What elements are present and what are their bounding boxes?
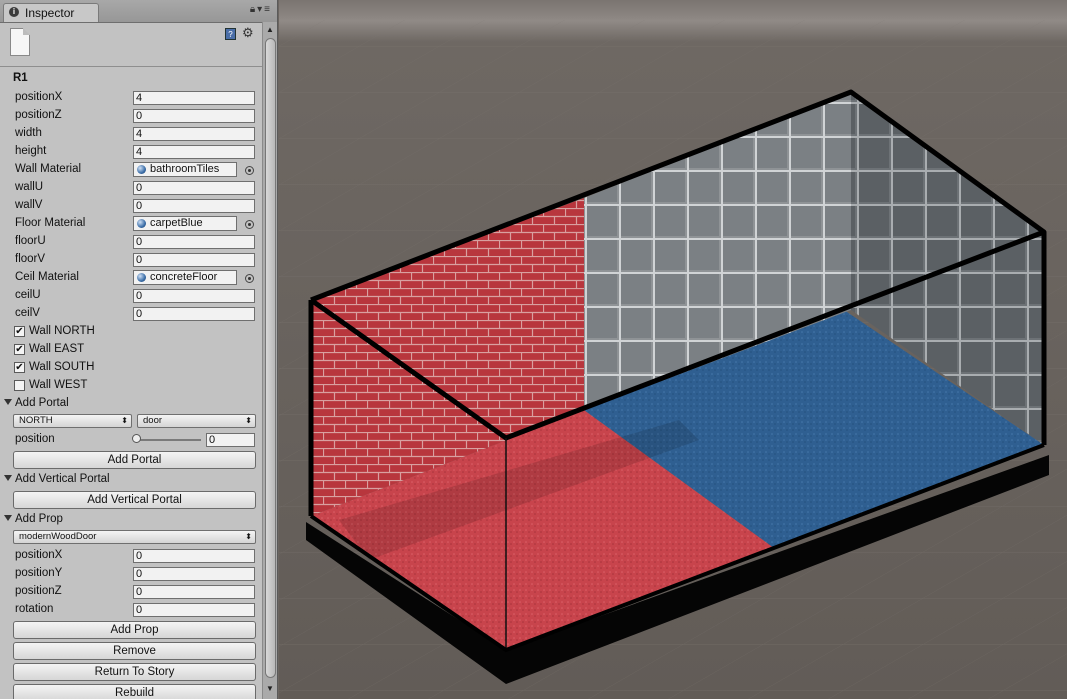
positionx-field[interactable]: 4 bbox=[133, 91, 255, 105]
add-vertical-portal-heading: Add Vertical Portal bbox=[15, 473, 110, 485]
portal-direction-dropdown[interactable]: NORTH ⬍ bbox=[13, 414, 132, 428]
width-label: width bbox=[15, 127, 42, 139]
material-sphere-icon bbox=[137, 219, 146, 228]
wall-south-checkbox[interactable]: ✔ bbox=[14, 362, 25, 373]
object-picker-icon[interactable] bbox=[245, 166, 254, 175]
file-icon bbox=[10, 28, 30, 56]
remove-button[interactable]: Remove bbox=[13, 642, 256, 660]
prop-positiony-label: positionY bbox=[15, 567, 63, 579]
wall-east-label: Wall EAST bbox=[29, 343, 85, 355]
add-portal-heading: Add Portal bbox=[15, 397, 69, 409]
positionx-label: positionX bbox=[15, 91, 63, 103]
tab-inspector[interactable]: i Inspector bbox=[3, 3, 99, 22]
ceil-material-label: Ceil Material bbox=[15, 271, 79, 283]
scrollbar-thumb[interactable] bbox=[265, 38, 276, 678]
wall-west-label: Wall WEST bbox=[29, 379, 88, 391]
object-name: R1 bbox=[13, 72, 28, 84]
portal-position-field[interactable]: 0 bbox=[206, 433, 255, 447]
ceilu-label: ceilU bbox=[15, 289, 41, 301]
ceil-material-field[interactable]: concreteFloor bbox=[133, 270, 237, 285]
wall-east-checkbox[interactable]: ✔ bbox=[14, 344, 25, 355]
floorv-label: floorV bbox=[15, 253, 46, 265]
foldout-arrow-icon bbox=[4, 399, 12, 405]
ceilv-field[interactable]: 0 bbox=[133, 307, 255, 321]
floor-material-field[interactable]: carpetBlue bbox=[133, 216, 237, 231]
width-field[interactable]: 4 bbox=[133, 127, 255, 141]
ceilu-field[interactable]: 0 bbox=[133, 289, 255, 303]
wallu-label: wallU bbox=[15, 181, 44, 193]
dropdown-arrows-icon: ⬍ bbox=[121, 416, 128, 425]
positionz-field[interactable]: 0 bbox=[133, 109, 255, 123]
scene-canvas[interactable] bbox=[279, 0, 1067, 699]
material-sphere-icon bbox=[137, 273, 146, 282]
return-to-story-button[interactable]: Return To Story bbox=[13, 663, 256, 681]
add-portal-foldout[interactable]: Add Portal bbox=[4, 397, 69, 409]
prop-positiony-field[interactable]: 0 bbox=[133, 567, 255, 581]
scroll-up-icon[interactable]: ▲ bbox=[266, 25, 274, 34]
wall-north-label: Wall NORTH bbox=[29, 325, 95, 337]
tab-tools: 🔒︎▾≡ bbox=[250, 4, 272, 15]
wall-north-checkbox[interactable]: ✔ bbox=[14, 326, 25, 337]
object-picker-icon[interactable] bbox=[245, 274, 254, 283]
floor-material-label: Floor Material bbox=[15, 217, 86, 229]
height-field[interactable]: 4 bbox=[133, 145, 255, 159]
add-vertical-portal-foldout[interactable]: Add Vertical Portal bbox=[4, 473, 110, 485]
positionz-label: positionZ bbox=[15, 109, 62, 121]
wall-material-label: Wall Material bbox=[15, 163, 82, 175]
prop-rotation-label: rotation bbox=[15, 603, 54, 615]
height-label: height bbox=[15, 145, 47, 157]
slider-thumb[interactable] bbox=[132, 434, 141, 443]
portal-type-dropdown[interactable]: door ⬍ bbox=[137, 414, 256, 428]
inspector-scrollbar[interactable]: ▲ ▼ bbox=[262, 22, 277, 699]
dropdown-arrows-icon: ⬍ bbox=[245, 532, 252, 541]
prop-positionz-label: positionZ bbox=[15, 585, 62, 597]
divider bbox=[0, 66, 262, 67]
prop-rotation-field[interactable]: 0 bbox=[133, 603, 255, 617]
rebuild-button[interactable]: Rebuild bbox=[13, 684, 256, 699]
add-prop-heading: Add Prop bbox=[15, 513, 63, 525]
wallv-label: wallV bbox=[15, 199, 43, 211]
help-icon[interactable]: ? bbox=[225, 28, 236, 40]
wall-south-label: Wall SOUTH bbox=[29, 361, 95, 373]
tab-bar: i Inspector 🔒︎▾≡ bbox=[0, 0, 277, 23]
ceil-material-value: concreteFloor bbox=[150, 271, 218, 283]
flooru-field[interactable]: 0 bbox=[133, 235, 255, 249]
add-portal-button[interactable]: Add Portal bbox=[13, 451, 256, 469]
foldout-arrow-icon bbox=[4, 475, 12, 481]
wallu-field[interactable]: 0 bbox=[133, 181, 255, 195]
prop-positionx-label: positionX bbox=[15, 549, 63, 561]
inspector-header: ? ⚙ bbox=[0, 22, 262, 66]
portal-direction-value: NORTH bbox=[19, 415, 53, 426]
material-sphere-icon bbox=[137, 165, 146, 174]
info-icon: i bbox=[9, 7, 19, 17]
foldout-arrow-icon bbox=[4, 515, 12, 521]
prop-positionx-field[interactable]: 0 bbox=[133, 549, 255, 563]
scroll-down-icon[interactable]: ▼ bbox=[266, 684, 274, 693]
scene-view[interactable] bbox=[279, 0, 1067, 699]
object-picker-icon[interactable] bbox=[245, 220, 254, 229]
gear-icon[interactable]: ⚙ bbox=[242, 25, 254, 41]
wallv-field[interactable]: 0 bbox=[133, 199, 255, 213]
portal-position-label: position bbox=[15, 433, 55, 445]
inspector-panel: i Inspector 🔒︎▾≡ ? ⚙ R1 positionX 4 posi… bbox=[0, 0, 278, 699]
prop-type-dropdown[interactable]: modernWoodDoor ⬍ bbox=[13, 530, 256, 544]
menu-icon[interactable]: ▾≡ bbox=[257, 4, 272, 15]
add-vertical-portal-button[interactable]: Add Vertical Portal bbox=[13, 491, 256, 509]
wall-material-value: bathroomTiles bbox=[150, 163, 220, 175]
wall-west-checkbox[interactable] bbox=[14, 380, 25, 391]
add-prop-foldout[interactable]: Add Prop bbox=[4, 513, 63, 525]
portal-type-value: door bbox=[143, 415, 163, 426]
flooru-label: floorU bbox=[15, 235, 46, 247]
prop-positionz-field[interactable]: 0 bbox=[133, 585, 255, 599]
tab-title: Inspector bbox=[25, 6, 75, 20]
dropdown-arrows-icon: ⬍ bbox=[245, 416, 252, 425]
prop-type-value: modernWoodDoor bbox=[19, 531, 97, 542]
floor-material-value: carpetBlue bbox=[150, 217, 203, 229]
portal-position-slider[interactable] bbox=[135, 439, 201, 441]
add-prop-button[interactable]: Add Prop bbox=[13, 621, 256, 639]
wall-material-field[interactable]: bathroomTiles bbox=[133, 162, 237, 177]
ceilv-label: ceilV bbox=[15, 307, 40, 319]
floorv-field[interactable]: 0 bbox=[133, 253, 255, 267]
